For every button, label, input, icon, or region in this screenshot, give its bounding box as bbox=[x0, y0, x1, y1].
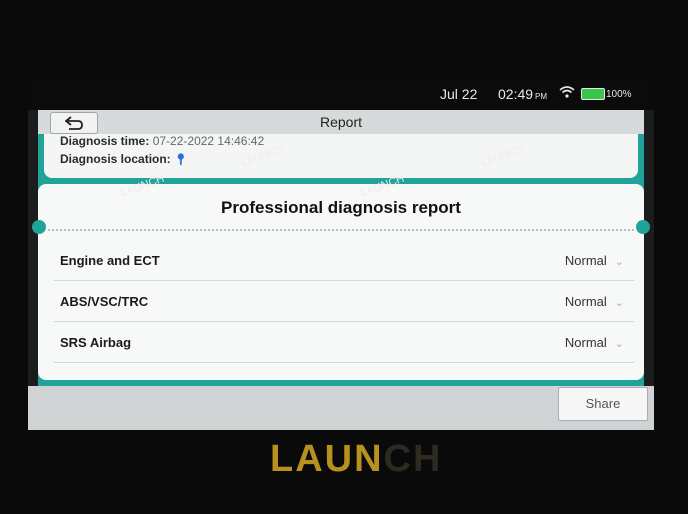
status-ampm: PM bbox=[535, 92, 548, 101]
diagnosis-time: Diagnosis time: 07-22-2022 14:46:42 bbox=[60, 134, 265, 148]
device-logo: LAUNCH bbox=[270, 438, 443, 480]
system-name: ABS/VSC/TRC bbox=[60, 294, 149, 309]
share-button[interactable]: Share bbox=[558, 387, 648, 421]
report-divider bbox=[48, 229, 634, 231]
report-title: Professional diagnosis report bbox=[221, 198, 461, 217]
system-row[interactable]: Engine and ECT Normal ⌄ bbox=[54, 240, 634, 281]
chevron-down-icon: ⌄ bbox=[614, 297, 624, 309]
page-title: Report bbox=[319, 114, 363, 130]
status-time: 02:49 PM bbox=[498, 86, 548, 102]
status-date: Jul 22 bbox=[440, 86, 478, 102]
system-status[interactable]: Normal ⌄ bbox=[565, 335, 624, 350]
chevron-down-icon: ⌄ bbox=[614, 256, 624, 268]
card-notch-left bbox=[32, 220, 46, 234]
diagnosis-location: Diagnosis location: 📍︎ bbox=[60, 152, 188, 166]
chevron-down-icon: ⌄ bbox=[614, 338, 624, 350]
system-row[interactable]: ABS/VSC/TRC Normal ⌄ bbox=[54, 281, 634, 322]
system-name: Engine and ECT bbox=[60, 253, 160, 268]
status-bar: Jul 22 02:49 PM 100% bbox=[28, 74, 654, 110]
system-status[interactable]: Normal ⌄ bbox=[565, 253, 624, 268]
system-name: SRS Airbag bbox=[60, 335, 132, 350]
battery-icon bbox=[581, 88, 605, 100]
battery-percent: 100% bbox=[606, 89, 632, 100]
card-notch-right bbox=[636, 220, 650, 234]
location-pin-icon: 📍︎ bbox=[174, 154, 188, 166]
system-row[interactable]: SRS Airbag Normal ⌄ bbox=[54, 322, 634, 363]
system-status[interactable]: Normal ⌄ bbox=[565, 294, 624, 309]
wifi-icon bbox=[559, 86, 575, 98]
